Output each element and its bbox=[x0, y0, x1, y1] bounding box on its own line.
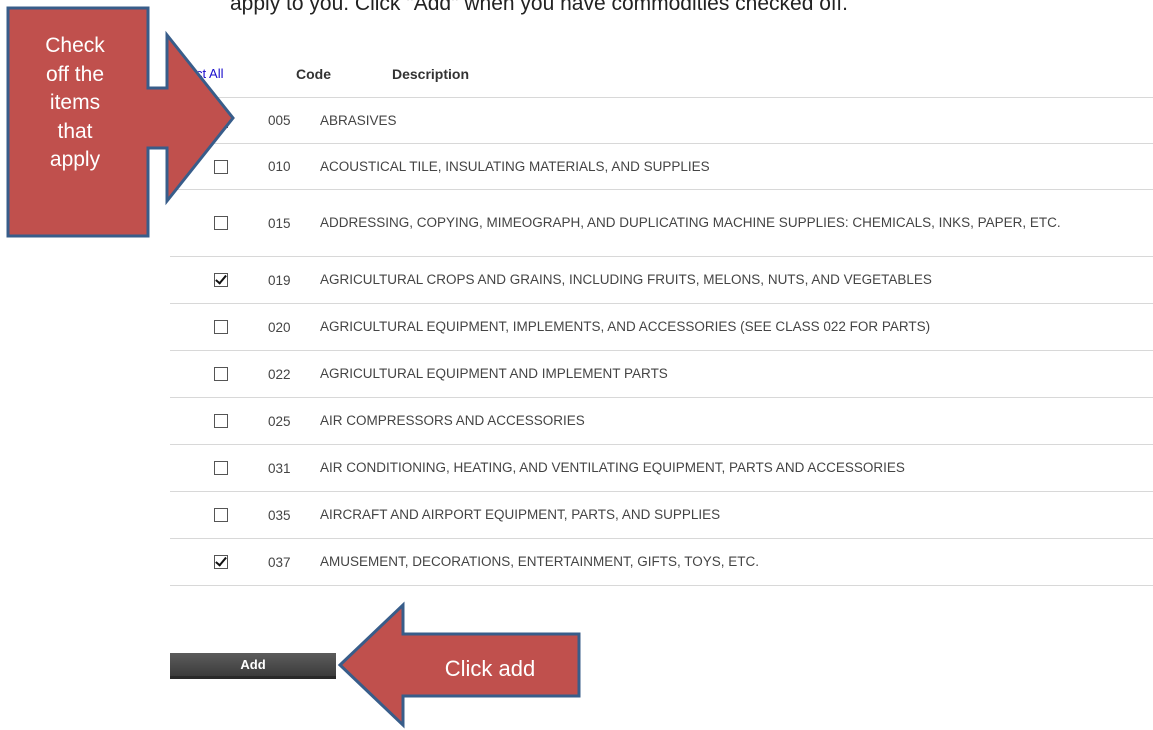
table-row: 037 AMUSEMENT, DECORATIONS, ENTERTAINMEN… bbox=[170, 538, 1153, 586]
row-code: 010 bbox=[268, 159, 291, 174]
row-code: 031 bbox=[268, 460, 291, 476]
row-checkbox[interactable] bbox=[214, 273, 228, 287]
row-checkbox[interactable] bbox=[214, 159, 228, 174]
select-all-link[interactable]: Select All bbox=[170, 66, 223, 81]
row-code: 025 bbox=[268, 413, 291, 429]
column-header-description: Description bbox=[392, 66, 470, 82]
callout-click-add: Click add bbox=[444, 656, 536, 681]
table-row: 005 ABRASIVES bbox=[170, 97, 1153, 143]
row-description: AGRICULTURAL EQUIPMENT AND IMPLEMENT PAR… bbox=[320, 366, 668, 381]
row-checkbox[interactable] bbox=[214, 367, 228, 381]
row-description: AGRICULTURAL CROPS AND GRAINS, INCLUDING… bbox=[320, 272, 932, 287]
row-code: 022 bbox=[268, 366, 291, 382]
callout-line: items bbox=[49, 91, 101, 114]
commodity-table: 005 ABRASIVES 010 ACOUSTICAL TILE, INSUL… bbox=[170, 97, 1153, 586]
row-code: 005 bbox=[268, 113, 291, 128]
callout-line: that bbox=[57, 119, 93, 143]
instruction-text: apply to you. Click "Add" when you have … bbox=[230, 0, 849, 15]
table-row: 010 ACOUSTICAL TILE, INSULATING MATERIAL… bbox=[170, 143, 1153, 189]
row-checkbox[interactable] bbox=[214, 508, 228, 522]
row-description: ACOUSTICAL TILE, INSULATING MATERIALS, A… bbox=[320, 158, 710, 174]
row-code: 015 bbox=[268, 215, 291, 231]
row-description: AIRCRAFT AND AIRPORT EQUIPMENT, PARTS, A… bbox=[320, 507, 721, 522]
table-row: 015 ADDRESSING, COPYING, MIMEOGRAPH, AND… bbox=[170, 189, 1153, 256]
callout-check-items: Check off the items that apply bbox=[20, 32, 130, 175]
table-row: 031 AIR CONDITIONING, HEATING, AND VENTI… bbox=[170, 444, 1153, 491]
row-checkbox[interactable] bbox=[214, 414, 228, 428]
table-row: 022 AGRICULTURAL EQUIPMENT AND IMPLEMENT… bbox=[170, 350, 1153, 397]
row-code: 035 bbox=[268, 507, 291, 523]
row-checkbox[interactable] bbox=[214, 113, 228, 128]
table-row: 020 AGRICULTURAL EQUIPMENT, IMPLEMENTS, … bbox=[170, 303, 1153, 350]
callout-line: apply bbox=[49, 148, 101, 171]
row-checkbox[interactable] bbox=[214, 555, 228, 569]
row-description: ADDRESSING, COPYING, MIMEOGRAPH, AND DUP… bbox=[320, 215, 1061, 230]
column-header-code: Code bbox=[296, 66, 331, 82]
row-code: 020 bbox=[268, 319, 291, 335]
row-description: AGRICULTURAL EQUIPMENT, IMPLEMENTS, AND … bbox=[320, 319, 931, 334]
row-description: AIR COMPRESSORS AND ACCESSORIES bbox=[320, 413, 585, 428]
row-checkbox[interactable] bbox=[214, 461, 228, 475]
table-row: 035 AIRCRAFT AND AIRPORT EQUIPMENT, PART… bbox=[170, 491, 1153, 538]
row-code: 019 bbox=[268, 272, 291, 288]
callout-line: Check bbox=[45, 34, 105, 57]
row-checkbox[interactable] bbox=[214, 216, 228, 230]
row-code: 037 bbox=[268, 554, 291, 570]
row-description: AMUSEMENT, DECORATIONS, ENTERTAINMENT, G… bbox=[320, 554, 760, 569]
row-checkbox[interactable] bbox=[214, 320, 228, 334]
table-row: 025 AIR COMPRESSORS AND ACCESSORIES bbox=[170, 397, 1153, 444]
add-button[interactable]: Add bbox=[170, 653, 336, 679]
table-row: 019 AGRICULTURAL CROPS AND GRAINS, INCLU… bbox=[170, 256, 1153, 303]
row-description: ABRASIVES bbox=[320, 112, 397, 128]
row-description: AIR CONDITIONING, HEATING, AND VENTILATI… bbox=[320, 460, 905, 475]
callout-line: off the bbox=[46, 62, 104, 86]
table-header: Select All Code Description bbox=[170, 62, 1153, 90]
